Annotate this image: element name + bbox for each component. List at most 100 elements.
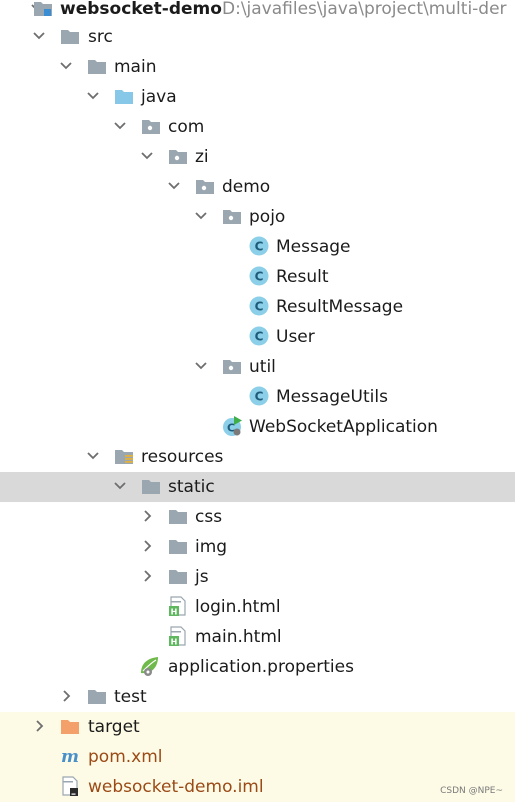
html-file-icon: H — [169, 596, 186, 617]
html-file-icon: H — [169, 626, 186, 647]
tree-row-src[interactable]: src — [0, 22, 515, 52]
spring-properties-icon — [141, 657, 158, 676]
chevron-down-icon[interactable] — [167, 178, 181, 194]
folder-icon — [88, 690, 106, 704]
class-icon: C — [249, 236, 269, 256]
tree-row-pom-xml[interactable]: m pom.xml — [0, 742, 515, 772]
tree-row-util[interactable]: util — [0, 352, 515, 382]
tree-row-login-html[interactable]: H login.html — [0, 592, 515, 622]
chevron-right-icon[interactable] — [59, 688, 73, 704]
tree-label-com: com — [168, 117, 205, 137]
tree-row-css[interactable]: css — [0, 502, 515, 532]
tree-row-resources[interactable]: resources — [0, 442, 515, 472]
tree-row-result-message[interactable]: C ResultMessage — [0, 292, 515, 322]
tree-row-target[interactable]: target — [0, 712, 515, 742]
excluded-folder-icon — [61, 720, 79, 734]
folder-icon — [169, 540, 187, 554]
tree-row-zi[interactable]: zi — [0, 142, 515, 172]
tree-label-demo: demo — [222, 177, 271, 197]
iml-file-icon — [62, 776, 78, 796]
folder-icon — [142, 480, 160, 494]
chevron-right-icon[interactable] — [140, 538, 154, 554]
tree-row-message-utils[interactable]: C MessageUtils — [0, 382, 515, 412]
svg-text:C: C — [255, 330, 264, 344]
chevron-down-icon[interactable] — [194, 208, 208, 224]
tree-label-result: Result — [276, 267, 329, 287]
svg-text:C: C — [255, 390, 264, 404]
svg-text:C: C — [255, 240, 264, 254]
tree-label-static: static — [168, 477, 215, 497]
package-icon — [142, 120, 160, 134]
tree-row-java[interactable]: java — [0, 82, 515, 112]
project-name: websocket-demo — [60, 0, 222, 19]
folder-icon — [61, 30, 79, 44]
tree-row-iml[interactable]: websocket-demo.iml — [0, 772, 515, 802]
source-folder-icon — [115, 90, 133, 104]
folder-icon — [88, 60, 106, 74]
resources-folder-icon — [115, 450, 133, 464]
class-icon: C — [249, 386, 269, 406]
tree-label-target: target — [88, 717, 140, 737]
tree-row-demo[interactable]: demo — [0, 172, 515, 202]
package-icon — [169, 150, 187, 164]
tree-label-message: Message — [276, 237, 351, 257]
watermark: CSDN @NPE~ — [440, 786, 503, 796]
class-icon: C — [249, 266, 269, 286]
svg-text:C: C — [255, 270, 264, 284]
tree-label-user: User — [276, 327, 315, 347]
tree-label-iml: websocket-demo.iml — [88, 777, 264, 797]
module-folder-icon — [34, 2, 52, 16]
package-icon — [196, 180, 214, 194]
tree-row-message[interactable]: C Message — [0, 232, 515, 262]
tree-row-result[interactable]: C Result — [0, 262, 515, 292]
tree-label-zi: zi — [195, 147, 209, 167]
tree-row-application-properties[interactable]: application.properties — [0, 652, 515, 682]
package-icon — [223, 210, 241, 224]
tree-row-img[interactable]: img — [0, 532, 515, 562]
svg-text:m: m — [61, 747, 79, 767]
tree-row-js[interactable]: js — [0, 562, 515, 592]
tree-label-main-html: main.html — [195, 627, 282, 647]
tree-label-util: util — [249, 357, 276, 377]
tree-label-websocket-application: WebSocketApplication — [249, 417, 438, 437]
tree-row-project-root[interactable]: websocket-demo D:\javafiles\java\project… — [0, 0, 515, 24]
chevron-down-icon[interactable] — [86, 88, 100, 104]
spring-boot-app-icon: C — [223, 416, 242, 436]
folder-icon — [169, 510, 187, 524]
tree-label-img: img — [195, 537, 228, 557]
tree-label-pom-xml: pom.xml — [88, 747, 163, 767]
chevron-right-icon[interactable] — [140, 508, 154, 524]
chevron-right-icon[interactable] — [32, 718, 46, 734]
tree-label-java: java — [141, 87, 177, 107]
tree-label-application-properties: application.properties — [168, 657, 354, 677]
project-tree: websocket-demo D:\javafiles\java\project… — [0, 0, 515, 805]
chevron-down-icon[interactable] — [113, 478, 127, 494]
chevron-down-icon[interactable] — [86, 448, 100, 464]
maven-icon: m — [61, 747, 79, 767]
tree-label-pojo: pojo — [249, 207, 286, 227]
tree-row-static[interactable]: static — [0, 472, 515, 502]
tree-row-websocket-application[interactable]: C WebSocketApplication — [0, 412, 515, 442]
tree-label-test: test — [114, 687, 147, 707]
tree-row-user[interactable]: C User — [0, 322, 515, 352]
tree-row-test[interactable]: test — [0, 682, 515, 712]
class-icon: C — [249, 326, 269, 346]
chevron-down-icon[interactable] — [140, 148, 154, 164]
tree-label-src: src — [88, 27, 113, 47]
tree-row-com[interactable]: com — [0, 112, 515, 142]
chevron-down-icon[interactable] — [194, 358, 208, 374]
chevron-down-icon[interactable] — [59, 58, 73, 74]
svg-text:H: H — [171, 638, 178, 647]
tree-row-main[interactable]: main — [0, 52, 515, 82]
project-path: D:\javafiles\java\project\multi-der — [222, 0, 507, 19]
class-icon: C — [249, 296, 269, 316]
chevron-down-icon[interactable] — [32, 28, 46, 44]
tree-label-main: main — [114, 57, 157, 77]
tree-row-main-html[interactable]: H main.html — [0, 622, 515, 652]
tree-label-resources: resources — [141, 447, 224, 467]
tree-label-js: js — [195, 567, 209, 587]
tree-label-css: css — [195, 507, 223, 527]
chevron-down-icon[interactable] — [113, 118, 127, 134]
chevron-right-icon[interactable] — [140, 568, 154, 584]
tree-row-pojo[interactable]: pojo — [0, 202, 515, 232]
